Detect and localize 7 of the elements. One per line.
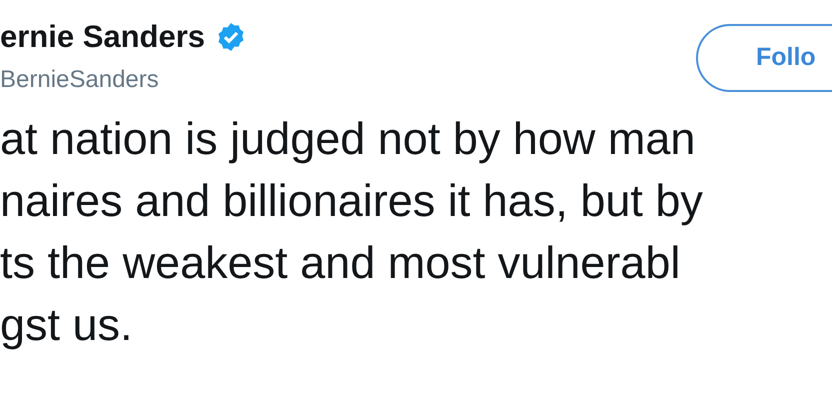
tweet-text-line: naires and billionaires it has, but by: [0, 174, 703, 228]
author-handle[interactable]: BernieSanders: [0, 64, 248, 96]
tweet-text-line: gst us.: [0, 298, 133, 352]
author-name[interactable]: ernie Sanders: [0, 18, 206, 56]
tweet-text-line: at nation is judged not by how man: [0, 112, 696, 166]
follow-button[interactable]: Follo: [696, 24, 832, 92]
tweet-text-line: ts the weakest and most vulnerabl: [0, 236, 680, 290]
